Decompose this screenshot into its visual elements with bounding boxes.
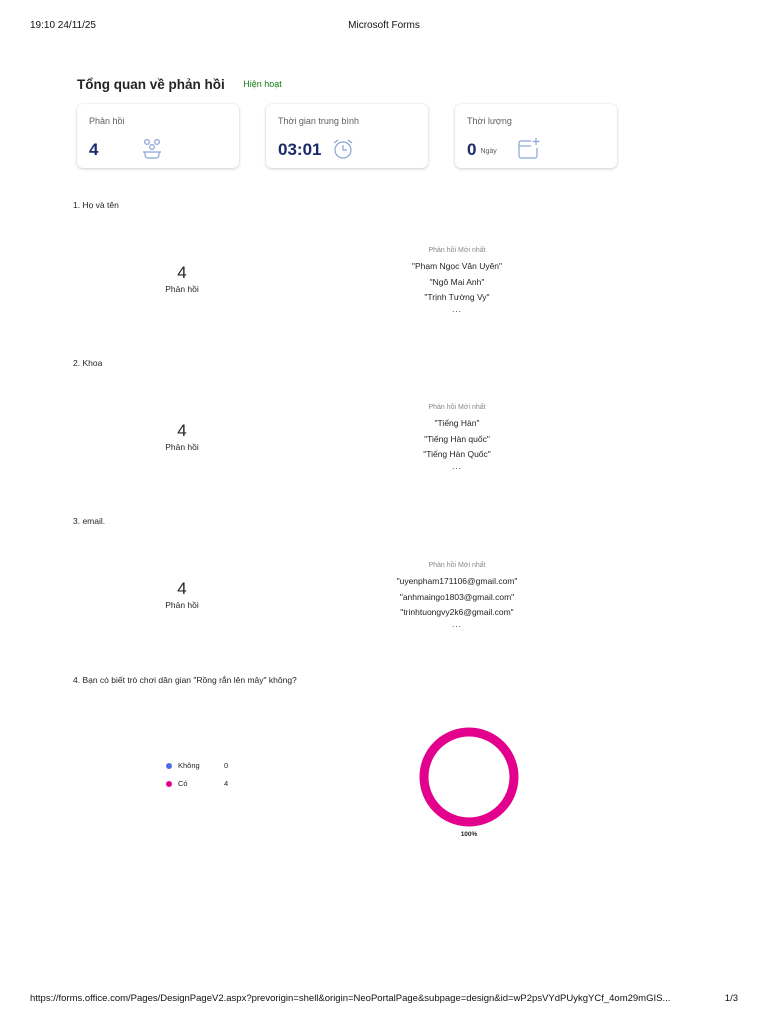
latest-response-item: "Trịnh Tường Vy" xyxy=(424,292,490,302)
legend-item[interactable]: Không 0 xyxy=(166,760,246,778)
legend-label: Có xyxy=(178,779,188,788)
question-1-count: 4 Phản hồi xyxy=(142,263,222,295)
latest-response-item: "anhmaingo1803@gmail.com" xyxy=(399,591,515,602)
latest-response-item: "Tiếng Hàn" xyxy=(434,418,480,428)
question-3-count: 4 Phản hồi xyxy=(142,579,222,611)
legend-item[interactable]: Có 4 xyxy=(166,778,246,796)
response-count: 4 xyxy=(177,579,187,598)
question-3-latest-responses: Phản hồi Mới nhất "uyenpham171106@gmail.… xyxy=(357,561,557,629)
responses-icon xyxy=(143,138,161,159)
card-label: Thời lượng xyxy=(467,116,512,126)
print-header: 19:10 24/11/25 Microsoft Forms xyxy=(30,20,738,34)
question-1-title: 1. Họ và tên xyxy=(73,200,119,210)
donut-chart xyxy=(419,727,519,827)
latest-response-item: "Tiếng Hàn Quốc" xyxy=(423,449,491,459)
latest-responses-header: Phản hồi Mới nhất xyxy=(428,404,486,411)
question-2-latest-responses: Phản hồi Mới nhất "Tiếng Hàn" "Tiếng Hàn… xyxy=(357,403,557,471)
legend-dot xyxy=(166,763,172,769)
latest-response-item: "Phạm Ngọc Vân Uyên" xyxy=(411,261,503,271)
latest-responses-header: Phản hồi Mới nhất xyxy=(428,247,486,254)
status-badge[interactable]: Hiện hoạt xyxy=(243,79,282,89)
data-label: 100% xyxy=(460,831,478,838)
page-number: 1/3 xyxy=(724,993,738,1004)
duration-card: Thời lượng 0 Ngày xyxy=(455,104,617,168)
print-footer: https://forms.office.com/Pages/DesignPag… xyxy=(30,993,738,1007)
more-responses-link[interactable]: ... xyxy=(357,305,557,314)
question-1-latest-responses: Phản hồi Mới nhất "Phạm Ngọc Vân Uyên" "… xyxy=(357,246,557,314)
question-3-title: 3. email. xyxy=(73,516,106,526)
response-count: 4 xyxy=(177,421,187,440)
response-count-label: Phản hồi xyxy=(165,284,199,294)
page-url: https://forms.office.com/Pages/DesignPag… xyxy=(30,993,671,1004)
legend-label: Không xyxy=(178,761,200,770)
response-count-label: Phản hồi xyxy=(165,600,199,610)
latest-response-item: "uyenpham171106@gmail.com" xyxy=(396,576,518,586)
response-overview: Tổng quan về phản hồi Hiện hoạt xyxy=(77,76,282,94)
latest-response-item: "trinhtuongvy2k6@gmail.com" xyxy=(400,607,514,617)
donut-slice-Có[interactable] xyxy=(419,727,519,827)
card-label: Phản hồi xyxy=(89,116,125,126)
duration-unit: Ngày xyxy=(480,148,497,155)
card-value: 03:01 xyxy=(278,140,322,159)
legend-dot xyxy=(166,781,172,787)
latest-response-item: "Ngô Mai Anh" xyxy=(429,276,485,287)
card-value: 4 xyxy=(89,140,99,159)
overview-title: Tổng quan về phản hồi xyxy=(77,77,225,92)
latest-response-item: "Tiếng Hàn quốc" xyxy=(424,433,490,444)
question-2-title: 2. Khoa xyxy=(73,358,103,368)
more-responses-link[interactable]: ... xyxy=(357,620,557,629)
card-label: Thời gian trung bình xyxy=(278,116,359,126)
question-2-count: 4 Phản hồi xyxy=(142,421,222,453)
avg-time-card: Thời gian trung bình 03:01 xyxy=(266,104,428,168)
chart-legend: Không 0 Có 4 xyxy=(166,760,246,796)
more-responses-link[interactable]: ... xyxy=(357,462,557,471)
question-4-title: 4. Bạn có biết trò chơi dân gian "Rồng r… xyxy=(73,675,297,685)
response-count: 4 xyxy=(177,263,187,282)
card-value: 0 Ngày xyxy=(467,140,497,160)
calendar-add-icon xyxy=(518,138,540,159)
alarm-clock-icon xyxy=(333,139,353,159)
responses-card: Phản hồi 4 xyxy=(77,104,239,168)
latest-responses-header: Phản hồi Mới nhất xyxy=(428,562,486,569)
print-title: Microsoft Forms xyxy=(348,20,420,31)
legend-count: 0 xyxy=(224,761,229,770)
response-count-label: Phản hồi xyxy=(165,442,199,452)
legend-count: 4 xyxy=(224,779,229,788)
duration-value: 0 xyxy=(467,140,477,159)
